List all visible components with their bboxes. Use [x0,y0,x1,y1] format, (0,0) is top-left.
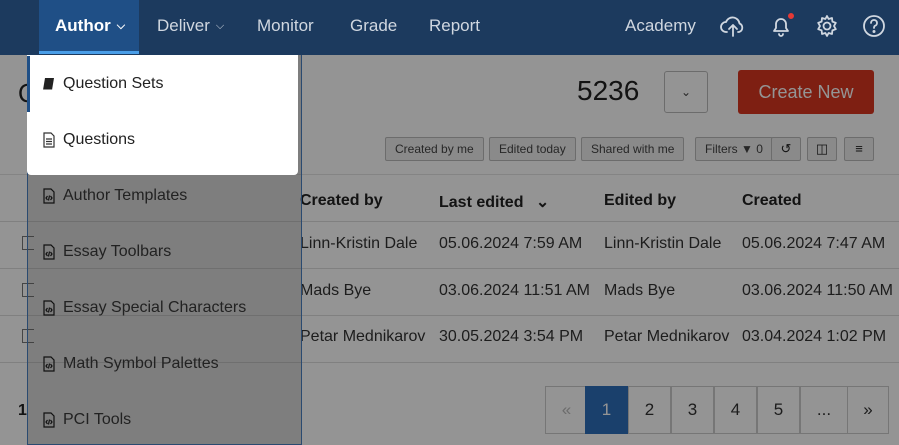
help-icon[interactable] [861,13,887,39]
nav-report[interactable]: Report [429,0,480,52]
menu-item-label: Essay Special Characters [63,299,247,316]
nav-monitor-label: Monitor [257,16,314,35]
nav-academy-label: Academy [625,16,696,35]
top-navigation-bar: Author ⌵ Deliver ⌵ Monitor Grade Report Ac… [0,0,899,55]
nav-deliver-label: Deliver [157,16,210,35]
chevron-down-icon: ⌵ [116,20,126,32]
code-file-icon [42,188,56,204]
gear-icon[interactable] [814,13,840,39]
nav-report-label: Report [429,16,481,35]
book-icon [42,76,56,92]
nav-monitor[interactable]: Monitor [257,0,314,52]
author-menu-items: Question Sets Questions Author Templates… [27,55,302,445]
menu-item-label: Essay Toolbars [63,243,172,260]
nav-deliver[interactable]: Deliver ⌵ [157,0,224,52]
menu-item-question-sets[interactable]: Question Sets [27,56,300,112]
menu-item-essay-special-characters[interactable]: Essay Special Characters [27,280,300,336]
document-icon [42,132,56,148]
code-file-icon [42,356,56,372]
code-file-icon [42,244,56,260]
menu-item-author-templates[interactable]: Author Templates [27,168,300,224]
chevron-down-icon: ⌵ [215,20,225,32]
menu-item-questions[interactable]: Questions [27,112,300,168]
notification-badge [787,12,795,20]
nav-author[interactable]: Author ⌵ [39,0,139,54]
menu-item-label: Math Symbol Palettes [63,355,219,372]
upload-cloud-icon[interactable] [720,13,746,39]
nav-grade[interactable]: Grade [350,0,397,52]
menu-item-essay-toolbars[interactable]: Essay Toolbars [27,224,300,280]
menu-item-math-symbol-palettes[interactable]: Math Symbol Palettes [27,336,300,392]
bell-icon[interactable] [768,12,795,39]
code-file-icon [42,412,56,428]
menu-item-pci-tools[interactable]: PCI Tools [27,392,300,445]
menu-item-label: Author Templates [63,187,188,204]
nav-academy[interactable]: Academy [625,0,696,52]
nav-author-label: Author [55,16,111,35]
menu-item-label: PCI Tools [63,411,132,428]
nav-grade-label: Grade [350,16,398,35]
menu-item-label: Questions [63,131,136,148]
menu-item-label: Question Sets [63,75,164,92]
code-file-icon [42,300,56,316]
